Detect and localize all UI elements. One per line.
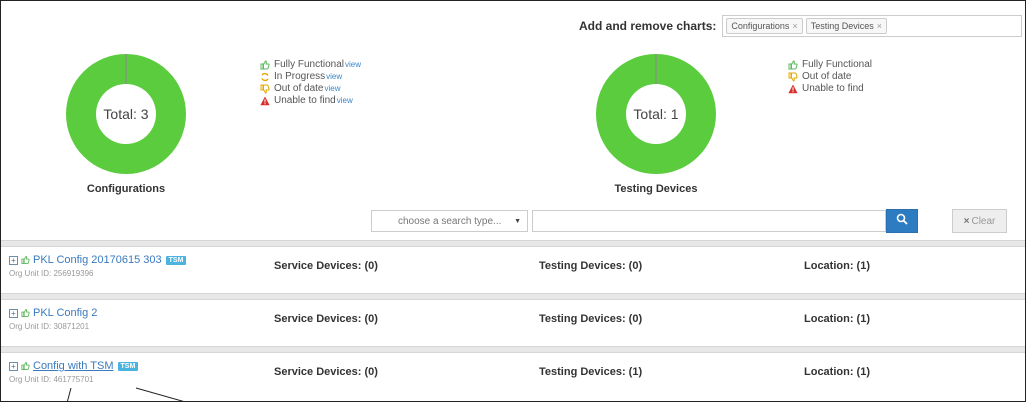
divider bbox=[1, 293, 1025, 300]
thumbs-up-icon bbox=[21, 361, 30, 371]
legend-item-out-of-date: Out of date bbox=[787, 71, 872, 83]
config-name-link[interactable]: Config with TSM bbox=[33, 360, 114, 372]
service-devices-count: Service Devices: (0) bbox=[274, 366, 378, 378]
thumbs-up-icon bbox=[21, 308, 30, 318]
legend-item-unable-to-find: Unable to find bbox=[787, 83, 872, 95]
view-link[interactable]: view bbox=[337, 95, 353, 107]
charts-selector-label: Add and remove charts: bbox=[579, 19, 717, 33]
chart-tag-testing-devices: Testing Devices × bbox=[805, 18, 887, 34]
config-name-link[interactable]: PKL Config 2 bbox=[33, 307, 97, 319]
service-devices-count: Service Devices: (0) bbox=[274, 313, 378, 325]
view-link[interactable]: view bbox=[326, 71, 342, 83]
in-progress-icon bbox=[259, 72, 271, 82]
testing-devices-total: Total: 1 bbox=[626, 84, 686, 144]
configurations-donut-chart[interactable]: Total: 3 bbox=[66, 54, 186, 174]
org-unit-id: Org Unit ID: 256919396 bbox=[9, 269, 94, 278]
clear-icon: × bbox=[963, 215, 970, 227]
testing-devices-chart-title: Testing Devices bbox=[614, 183, 698, 195]
divider bbox=[1, 346, 1025, 353]
expand-icon[interactable]: + bbox=[9, 308, 18, 318]
configurations-total: Total: 3 bbox=[96, 84, 156, 144]
legend-item-in-progress: In Progress view bbox=[259, 71, 361, 83]
testing-devices-count: Testing Devices: (0) bbox=[539, 260, 643, 272]
page-frame: Add and remove charts: Configurations × T… bbox=[0, 0, 1026, 402]
search-icon bbox=[896, 212, 908, 230]
tsm-badge: TSM bbox=[165, 255, 187, 265]
org-unit-id: Org Unit ID: 30871201 bbox=[9, 322, 90, 331]
clear-button[interactable]: × Clear bbox=[952, 209, 1007, 233]
config-row: + Config with TSM TSM Org Unit ID: 46177… bbox=[1, 355, 1025, 395]
location-count: Location: (1) bbox=[804, 366, 870, 378]
testing-devices-donut-chart[interactable]: Total: 1 bbox=[596, 54, 716, 174]
thumbs-up-icon bbox=[787, 60, 799, 70]
config-row: + PKL Config 20170615 303 TSM Org Unit I… bbox=[1, 249, 1025, 289]
legend-item-unable-to-find: Unable to find view bbox=[259, 95, 361, 107]
thumbs-up-icon bbox=[259, 60, 271, 70]
testing-devices-legend: Fully Functional Out of date Unable to f… bbox=[787, 59, 872, 95]
search-button[interactable] bbox=[886, 209, 918, 233]
configurations-chart-title: Configurations bbox=[86, 183, 166, 195]
remove-tag-icon[interactable]: × bbox=[792, 21, 797, 31]
search-input[interactable] bbox=[532, 210, 886, 232]
chevron-down-icon: ▼ bbox=[514, 217, 521, 225]
charts-tag-input[interactable]: Configurations × Testing Devices × bbox=[722, 15, 1023, 37]
testing-devices-count: Testing Devices: (0) bbox=[539, 313, 643, 325]
config-row: + PKL Config 2 Org Unit ID: 30871201 Ser… bbox=[1, 302, 1025, 342]
service-devices-count: Service Devices: (0) bbox=[274, 260, 378, 272]
thumbs-down-icon bbox=[259, 84, 271, 94]
location-count: Location: (1) bbox=[804, 260, 870, 272]
legend-item-fully-functional: Fully Functional bbox=[787, 59, 872, 71]
tsm-badge: TSM bbox=[117, 361, 139, 371]
thumbs-up-icon bbox=[21, 255, 30, 265]
divider bbox=[1, 240, 1025, 247]
view-link[interactable]: view bbox=[324, 83, 340, 95]
warning-icon bbox=[259, 96, 271, 106]
configurations-legend: Fully Functional view In Progress view Out… bbox=[259, 59, 361, 107]
warning-icon bbox=[787, 84, 799, 94]
view-link[interactable]: view bbox=[345, 59, 361, 71]
config-name-link[interactable]: PKL Config 20170615 303 bbox=[33, 254, 162, 266]
expand-icon[interactable]: + bbox=[9, 361, 18, 371]
org-unit-id: Org Unit ID: 461775701 bbox=[9, 375, 94, 384]
remove-tag-icon[interactable]: × bbox=[877, 21, 882, 31]
thumbs-down-icon bbox=[787, 72, 799, 82]
testing-devices-count: Testing Devices: (1) bbox=[539, 366, 643, 378]
location-count: Location: (1) bbox=[804, 313, 870, 325]
legend-item-out-of-date: Out of date view bbox=[259, 83, 361, 95]
search-type-select[interactable]: choose a search type... ▼ bbox=[371, 210, 528, 232]
expand-icon[interactable]: + bbox=[9, 255, 18, 265]
charts-selector: Add and remove charts: Configurations × T… bbox=[579, 15, 1023, 37]
legend-item-fully-functional: Fully Functional view bbox=[259, 59, 361, 71]
chart-tag-configurations: Configurations × bbox=[726, 18, 803, 34]
